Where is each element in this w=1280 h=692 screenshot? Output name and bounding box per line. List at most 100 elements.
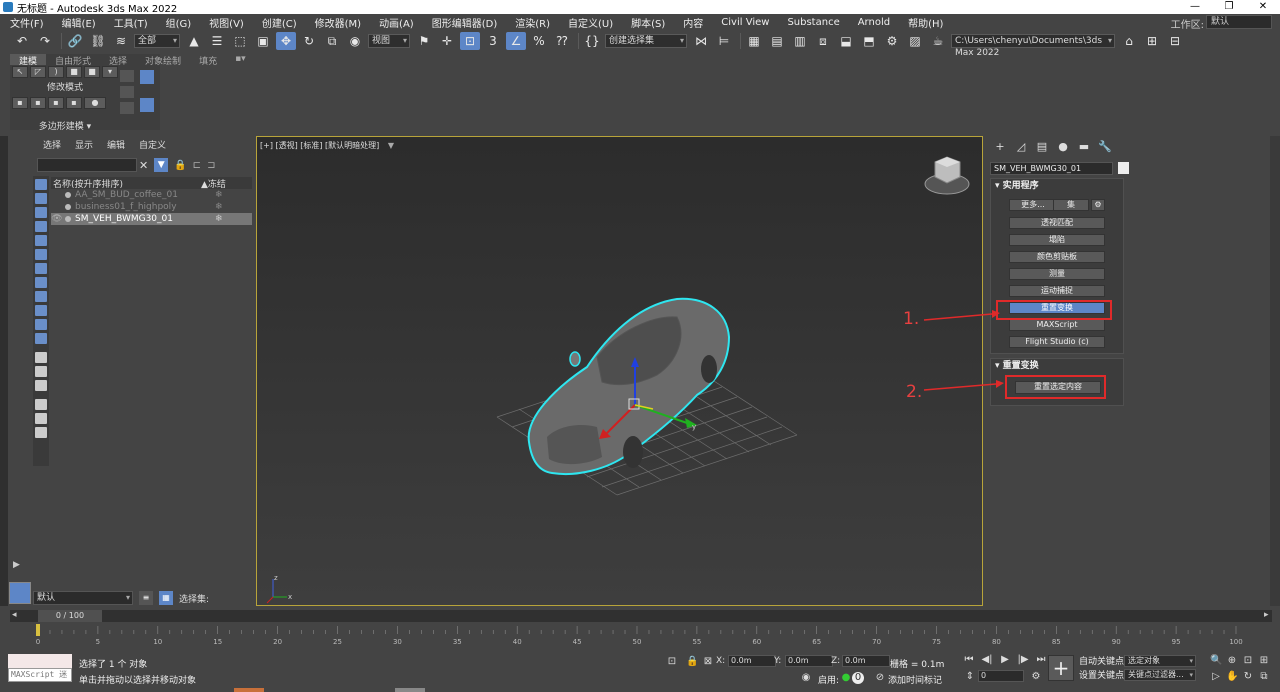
render-production-icon[interactable]: ☕ bbox=[928, 32, 948, 50]
ribbon-tool-icon[interactable]: ▪ bbox=[30, 97, 46, 109]
play-icon[interactable]: ▶ bbox=[998, 654, 1012, 665]
key-target-dropdown[interactable]: 选定对象 bbox=[1124, 655, 1196, 667]
selection-filter-dropdown[interactable]: 全部 bbox=[134, 34, 180, 48]
display-none-icon[interactable] bbox=[35, 366, 47, 377]
zoom-extents-icon[interactable]: ⊡ bbox=[1242, 655, 1254, 667]
modify-tab-icon[interactable]: ◿ bbox=[1012, 140, 1030, 154]
ribbon-tool-icon[interactable]: ■ bbox=[66, 66, 82, 78]
se-menu-select[interactable]: 选择 bbox=[43, 138, 61, 151]
filter-icon[interactable]: ▼ bbox=[154, 158, 169, 172]
enable-indicator-icon[interactable]: ● bbox=[840, 672, 852, 684]
isolate-selection-icon[interactable]: ⊡ bbox=[666, 656, 678, 668]
ribbon-tool-icon[interactable]: ▾ bbox=[102, 66, 118, 78]
hierarchy-icon[interactable]: ⊏ bbox=[193, 160, 201, 171]
prev-frame-icon[interactable]: ◀| bbox=[980, 654, 994, 665]
menu-file[interactable]: 文件(F) bbox=[10, 15, 44, 30]
current-frame-marker[interactable] bbox=[36, 624, 40, 636]
rendered-frame-window-icon[interactable]: ▨ bbox=[905, 32, 925, 50]
render-setup-icon[interactable]: ⚙ bbox=[882, 32, 902, 50]
select-by-name-icon[interactable]: ☰ bbox=[207, 32, 227, 50]
menu-substance[interactable]: Substance bbox=[787, 17, 839, 28]
utility-perspective-match[interactable]: 透视匹配 bbox=[1009, 217, 1105, 229]
ribbon-options-icon[interactable]: ▪▾ bbox=[226, 54, 255, 65]
menu-customize[interactable]: 自定义(U) bbox=[568, 15, 613, 30]
next-frame-icon[interactable]: |▶ bbox=[1016, 654, 1030, 665]
undo-icon[interactable]: ↶ bbox=[12, 32, 32, 50]
menu-tools[interactable]: 工具(T) bbox=[114, 15, 148, 30]
time-config-icon[interactable]: ⚙ bbox=[1030, 671, 1042, 683]
utility-maxscript[interactable]: MAXScript bbox=[1009, 319, 1105, 331]
menu-views[interactable]: 视图(V) bbox=[209, 15, 244, 30]
menu-rendering[interactable]: 渲染(R) bbox=[515, 15, 550, 30]
select-scale-icon[interactable]: ⧉ bbox=[322, 32, 342, 50]
maximize-button[interactable]: ❐ bbox=[1212, 0, 1246, 14]
material-editor-icon[interactable]: ⬒ bbox=[859, 32, 879, 50]
filter-hidden-icon[interactable] bbox=[35, 333, 47, 344]
filter-containers-icon[interactable] bbox=[35, 305, 47, 316]
column-freeze-header[interactable]: ▲冻结 bbox=[201, 177, 226, 190]
filter-spacewarps-icon[interactable] bbox=[35, 249, 47, 260]
scene-row-selected[interactable]: 👁 SM_VEH_BWMG30_01 ❄ bbox=[51, 213, 252, 225]
perspective-viewport[interactable]: y z x [+] [透视] [标准] [默认明暗处理] ▼ bbox=[256, 136, 983, 606]
key-mode-icon[interactable]: ⇕ bbox=[964, 671, 976, 683]
ribbon-tool-icon[interactable]: ▪ bbox=[48, 97, 64, 109]
ribbon-tool-icon[interactable]: ↖ bbox=[12, 66, 28, 78]
filter-groups-icon[interactable] bbox=[35, 263, 47, 274]
layer-sort-icon[interactable]: ⊐ bbox=[207, 160, 215, 171]
freeze-icon[interactable]: ❄ bbox=[215, 214, 223, 224]
schematic-view-icon[interactable]: ⬓ bbox=[836, 32, 856, 50]
menu-group[interactable]: 组(G) bbox=[166, 15, 192, 30]
viewport-layout-icon[interactable] bbox=[9, 582, 31, 604]
filter-funnel-icon[interactable] bbox=[35, 413, 47, 424]
percent-snap-icon[interactable]: % bbox=[529, 32, 549, 50]
time-slider-next-icon[interactable]: ▸ bbox=[1264, 610, 1269, 620]
select-object-icon[interactable]: ▲ bbox=[184, 32, 204, 50]
select-place-icon[interactable]: ◉ bbox=[345, 32, 365, 50]
current-frame-field[interactable]: 0 bbox=[978, 670, 1024, 682]
ribbon-tool-icon[interactable]: ■ bbox=[84, 66, 100, 78]
lock-icon[interactable]: 🔒 bbox=[174, 160, 186, 171]
zoom-icon[interactable]: 🔍 bbox=[1210, 655, 1222, 667]
utility-measure[interactable]: 测量 bbox=[1009, 268, 1105, 280]
auto-key-button[interactable]: 自动关键点 bbox=[1077, 656, 1126, 668]
layer-stack-icon[interactable]: ≡ bbox=[139, 591, 153, 605]
key-filters-button[interactable]: 关键点过滤器... bbox=[1124, 669, 1196, 681]
angle-snap-icon[interactable]: ∠ bbox=[506, 32, 526, 50]
adaptive-degradation-icon[interactable]: 0 bbox=[852, 672, 864, 684]
menu-create[interactable]: 创建(C) bbox=[262, 15, 297, 30]
absolute-mode-icon[interactable]: ⊠ bbox=[702, 656, 714, 668]
object-name-field[interactable]: SM_VEH_BWMG30_01 bbox=[990, 162, 1113, 175]
utility-motion-capture[interactable]: 运动捕捉 bbox=[1009, 285, 1105, 297]
spinner-snap-icon[interactable]: ⁇ bbox=[552, 32, 572, 50]
reference-coordinate-dropdown[interactable]: 视图 bbox=[368, 34, 410, 48]
expand-arrow-icon[interactable]: ▶ bbox=[13, 560, 20, 570]
menu-content[interactable]: 内容 bbox=[683, 15, 703, 30]
toggle-ribbon-icon[interactable]: ▥ bbox=[790, 32, 810, 50]
time-slider-thumb[interactable]: 0 / 100 bbox=[38, 610, 102, 622]
close-button[interactable]: ✕ bbox=[1246, 0, 1280, 14]
ribbon-side-icon[interactable] bbox=[120, 86, 134, 98]
ribbon-side-icon[interactable] bbox=[140, 70, 154, 84]
display-tab-icon[interactable]: ▬ bbox=[1075, 140, 1093, 154]
sets-button[interactable]: 集 bbox=[1053, 199, 1089, 211]
freeze-icon[interactable]: ❄ bbox=[215, 202, 223, 212]
container-icon[interactable] bbox=[35, 427, 47, 438]
add-time-tag-text[interactable]: 添加时间标记 bbox=[888, 673, 942, 686]
menu-edit[interactable]: 编辑(E) bbox=[62, 15, 96, 30]
scene-search-input[interactable] bbox=[37, 158, 137, 172]
display-all-icon[interactable] bbox=[35, 352, 47, 363]
mirror-icon[interactable]: ⋈ bbox=[691, 32, 711, 50]
viewport-label[interactable]: [+] [透视] [标准] [默认明暗处理] ▼ bbox=[260, 140, 394, 151]
motion-tab-icon[interactable]: ● bbox=[1054, 140, 1072, 154]
align-icon[interactable]: ⊨ bbox=[714, 32, 734, 50]
y-coordinate-field[interactable]: 0.0m bbox=[785, 655, 833, 667]
se-menu-edit[interactable]: 编辑 bbox=[107, 138, 125, 151]
filter-shapes-icon[interactable] bbox=[35, 193, 47, 204]
ribbon-tool-icon[interactable]: ◸ bbox=[30, 66, 46, 78]
track-bar[interactable]: 0 5 10 15 20 25 30 35 40 45 50 55 60 65 70 75 80 85 90 95 10… bbox=[10, 622, 1272, 648]
minimize-button[interactable]: — bbox=[1178, 0, 1212, 14]
layer-explorer-icon[interactable]: ▤ bbox=[767, 32, 787, 50]
menu-scripting[interactable]: 脚本(S) bbox=[631, 15, 665, 30]
link-icon[interactable]: 🔗 bbox=[65, 32, 85, 50]
project-folder-icon[interactable]: ⌂ bbox=[1119, 32, 1139, 50]
